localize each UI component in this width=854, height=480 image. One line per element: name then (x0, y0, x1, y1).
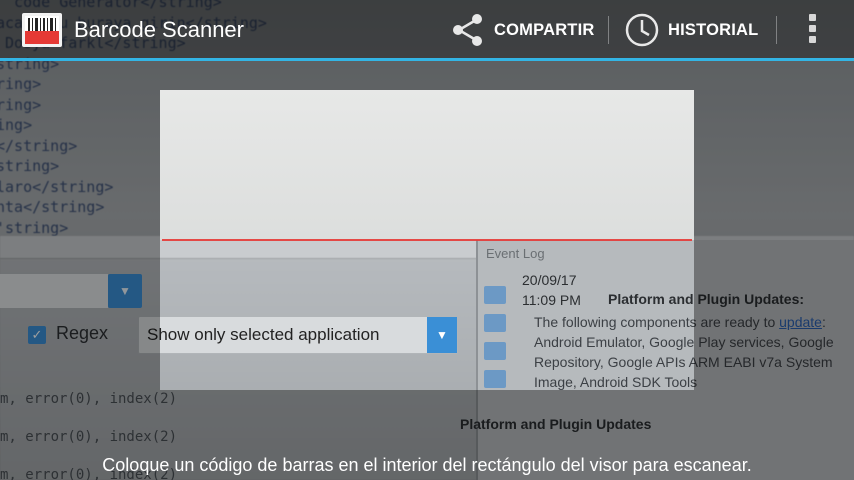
viewfinder-rectangle (160, 90, 694, 390)
viewfinder-mask-left (0, 90, 160, 390)
viewfinder-frame (160, 90, 694, 240)
action-bar-divider (0, 58, 854, 61)
history-button[interactable]: HISTORIAL (624, 10, 758, 50)
action-separator (776, 16, 777, 44)
share-button[interactable]: COMPARTIR (450, 10, 595, 50)
viewfinder-mask-right (694, 90, 854, 390)
scan-laser-line (162, 239, 692, 241)
action-bar: Barcode Scanner COMPARTIR HISTORIAL (0, 0, 854, 61)
barcode-icon (22, 13, 62, 47)
share-icon (453, 14, 482, 46)
status-text: Coloque un código de barras en el interi… (102, 455, 752, 475)
overflow-menu-icon[interactable] (800, 12, 824, 48)
app-title: Barcode Scanner (74, 17, 244, 42)
share-label: COMPARTIR (494, 20, 595, 39)
action-separator (608, 16, 609, 44)
clock-icon (625, 13, 659, 47)
history-label: HISTORIAL (668, 20, 759, 39)
